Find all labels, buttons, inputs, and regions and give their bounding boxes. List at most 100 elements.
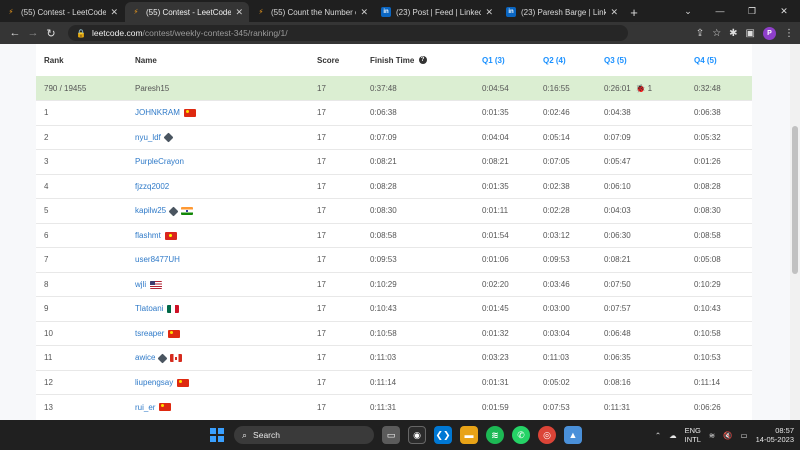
cell-q3: 0:06:35	[604, 345, 694, 370]
india-flag-icon	[181, 207, 194, 216]
cell-name: Tlatoani	[135, 296, 317, 321]
cell-finish: 0:06:38	[370, 100, 482, 125]
username-link[interactable]: nyu_ldf	[135, 133, 161, 142]
menu-kebab-icon[interactable]: ⋮	[784, 28, 794, 39]
close-icon[interactable]: ✕	[110, 7, 118, 18]
cloud-icon[interactable]: ☁	[669, 431, 677, 440]
cell-q1: 0:01:59	[482, 394, 543, 419]
cell-finish: 0:08:30	[370, 198, 482, 223]
cell-rank: 12	[36, 369, 135, 395]
cell-finish: 0:08:58	[370, 222, 482, 248]
close-window-icon[interactable]: ✕	[768, 0, 800, 22]
scrollbar-thumb[interactable]	[792, 126, 798, 274]
chrome-profile-icon[interactable]: ◉	[408, 426, 426, 444]
page-scrollbar[interactable]	[790, 44, 800, 420]
browser-tab-1[interactable]: ⚡ (55) Contest - LeetCode ✕	[0, 2, 124, 22]
file-explorer-icon[interactable]: ▬	[460, 426, 478, 444]
username-link[interactable]: tsreaper	[135, 329, 164, 338]
lock-icon[interactable]: 🔒	[76, 29, 86, 38]
wifi-icon[interactable]: ≋	[709, 431, 715, 440]
username-link[interactable]: Paresh15	[135, 84, 169, 93]
close-icon[interactable]: ✕	[485, 7, 493, 18]
minimize-icon[interactable]: —	[704, 0, 736, 22]
cell-rank: 5	[36, 198, 135, 223]
taskbar-search[interactable]: ⌕ Search	[234, 426, 374, 444]
close-icon[interactable]: ✕	[235, 7, 243, 18]
header-q4[interactable]: Q4 (5)	[694, 44, 752, 76]
username-link[interactable]: awice	[135, 353, 155, 362]
browser-tab-2[interactable]: ⚡ (55) Contest - LeetCode ✕	[125, 2, 249, 22]
cell-name: JOHNKRAM	[135, 100, 317, 125]
language-indicator[interactable]: ENG INTL	[685, 426, 701, 444]
chevron-up-icon[interactable]: ⌃	[655, 431, 661, 440]
cell-rank: 7	[36, 247, 135, 272]
chrome-icon[interactable]: ◎	[538, 426, 556, 444]
clock-date: 14-05-2023	[755, 435, 794, 444]
close-icon[interactable]: ✕	[610, 7, 618, 18]
table-row: 7 user8477UH 17 0:09:53 0:01:06 0:09:53 …	[36, 247, 752, 272]
extensions-icon[interactable]: ✱	[729, 28, 737, 39]
question-icon[interactable]: ?	[418, 56, 427, 65]
cell-score: 17	[317, 345, 370, 370]
table-row: 11 awice 17 0:11:03 0:03:23 0:11:03 0:06…	[36, 345, 752, 370]
task-view-icon[interactable]: ▭	[382, 426, 400, 444]
hexagon-badge-icon	[163, 132, 174, 143]
browser-tab-3[interactable]: ⚡ (55) Count the Number o ✕	[250, 2, 374, 22]
profile-avatar[interactable]: P	[763, 26, 776, 40]
table-row: 4 fjzzq2002 17 0:08:28 0:01:35 0:02:38 0…	[36, 173, 752, 199]
cell-q4: 0:08:58	[694, 222, 752, 248]
mexico-flag-icon	[167, 305, 180, 314]
username-link[interactable]: rui_er	[135, 403, 155, 412]
username-link[interactable]: wjli	[135, 280, 146, 289]
browser-toolbar: ← → ↻ 🔒 leetcode.com/contest/weekly-cont…	[0, 22, 800, 44]
username-link[interactable]: Tlatoani	[135, 304, 163, 313]
close-icon[interactable]: ✕	[360, 7, 368, 18]
chevron-down-icon[interactable]: ⌄	[672, 0, 704, 22]
star-icon[interactable]: ☆	[712, 28, 721, 39]
back-arrow-icon[interactable]: ←	[6, 27, 24, 39]
username-link[interactable]: flashmt	[135, 231, 161, 240]
cell-score: 17	[317, 198, 370, 223]
cell-q4: 0:06:26	[694, 394, 752, 419]
spotify-icon[interactable]: ≋	[486, 426, 504, 444]
cell-q3: 0:04:03	[604, 198, 694, 223]
taskbar: ⌕ Search ▭ ◉ ❮❯ ▬ ≋ ✆ ◎ ▲ ⌃ ☁ ENG INTL ≋ …	[0, 420, 800, 450]
speaker-icon[interactable]: 🔇	[723, 431, 732, 440]
reload-icon[interactable]: ↻	[42, 27, 60, 40]
browser-tab-strip: ⚡ (55) Contest - LeetCode ✕ ⚡ (55) Conte…	[0, 0, 800, 22]
cell-name: user8477UH	[135, 247, 317, 272]
cell-score: 17	[317, 320, 370, 346]
windows-start-icon[interactable]	[210, 428, 224, 442]
username-link[interactable]: JOHNKRAM	[135, 108, 180, 117]
forward-arrow-icon[interactable]: →	[24, 27, 42, 39]
username-link[interactable]: fjzzq2002	[135, 182, 169, 191]
address-bar[interactable]: 🔒 leetcode.com/contest/weekly-contest-34…	[68, 25, 628, 41]
cell-name: flashmt	[135, 222, 317, 248]
cell-score: 17	[317, 369, 370, 395]
header-q3[interactable]: Q3 (5)	[604, 44, 694, 76]
new-tab-button[interactable]: +	[625, 2, 643, 22]
username-link[interactable]: PurpleCrayon	[135, 157, 184, 166]
cell-finish: 0:09:53	[370, 247, 482, 272]
maximize-icon[interactable]: ❐	[736, 0, 768, 22]
battery-icon[interactable]: ▭	[741, 431, 748, 440]
sidebar-icon[interactable]: ▣	[746, 28, 755, 39]
browser-tab-4[interactable]: in (23) Post | Feed | LinkedIn ✕	[375, 2, 499, 22]
username-link[interactable]: liupengsay	[135, 378, 173, 387]
username-link[interactable]: kapilw25	[135, 206, 166, 215]
username-link[interactable]: user8477UH	[135, 255, 180, 264]
share-icon[interactable]: ⇪	[696, 28, 704, 39]
whatsapp-icon[interactable]: ✆	[512, 426, 530, 444]
lang-code: ENG	[684, 426, 701, 435]
vscode-icon[interactable]: ❮❯	[434, 426, 452, 444]
header-q2[interactable]: Q2 (4)	[543, 44, 604, 76]
cell-q1: 0:02:20	[482, 271, 543, 297]
header-name: Name	[135, 55, 157, 65]
tab-title: (55) Contest - LeetCode	[146, 7, 232, 17]
clock[interactable]: 08:57 14-05-2023	[756, 426, 794, 444]
browser-tab-5[interactable]: in (23) Paresh Barge | Linked ✕	[500, 2, 624, 22]
photos-icon[interactable]: ▲	[564, 426, 582, 444]
header-q1[interactable]: Q1 (3)	[482, 44, 543, 76]
table-row: 8 wjli 17 0:10:29 0:02:20 0:03:46 0:07:5…	[36, 271, 752, 297]
header-finish-time: Finish Time ?	[370, 44, 482, 76]
